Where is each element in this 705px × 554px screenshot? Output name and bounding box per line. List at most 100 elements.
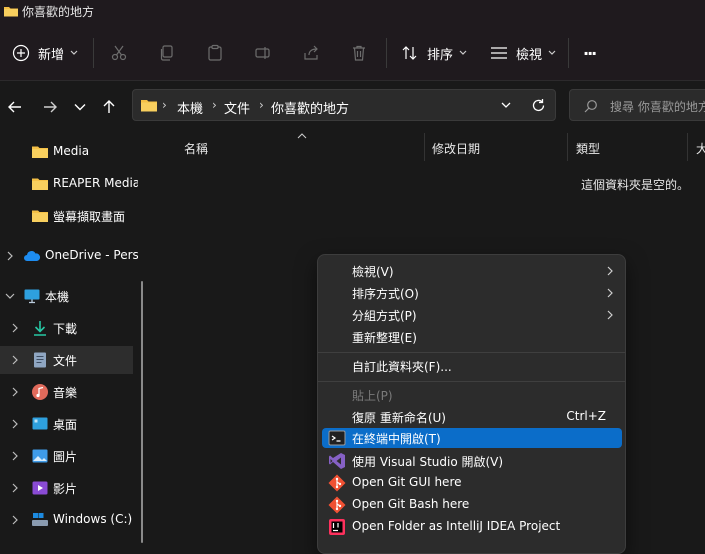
context-menu: 檢視(V) 排序方式(O) 分組方式(P) 重新整理(E) 自訂此資料夾(F).… bbox=[317, 254, 626, 554]
sidebar-item-desktop[interactable]: 桌面 bbox=[0, 410, 133, 438]
chevron-right-icon[interactable] bbox=[5, 249, 15, 263]
menu-item-label: Open Git Bash here bbox=[352, 497, 470, 511]
copy-icon bbox=[160, 45, 173, 61]
menu-item-undo-rename[interactable]: 復原 重新命名(U) Ctrl+Z bbox=[322, 406, 622, 428]
drive-icon bbox=[32, 513, 48, 526]
cut-button[interactable] bbox=[109, 43, 129, 63]
menu-item-open-in-terminal[interactable]: 在終端中開啟(T) bbox=[322, 428, 622, 448]
sidebar-item-videos[interactable]: 影片 bbox=[0, 474, 133, 502]
share-icon bbox=[304, 45, 318, 60]
intellij-icon bbox=[329, 519, 345, 535]
chevron-right-icon[interactable] bbox=[10, 417, 20, 431]
column-divider[interactable] bbox=[424, 133, 425, 161]
sidebar-item-onedrive[interactable]: OneDrive - Personal bbox=[0, 242, 138, 270]
sidebar-item-media[interactable]: Media bbox=[0, 138, 133, 166]
menu-item-sort-by[interactable]: 排序方式(O) bbox=[322, 282, 622, 304]
sidebar-item-label: 音樂 bbox=[53, 386, 78, 400]
chevron-down-icon bbox=[548, 50, 556, 55]
download-icon bbox=[34, 321, 46, 336]
paste-button[interactable] bbox=[205, 43, 225, 63]
menu-item-refresh[interactable]: 重新整理(E) bbox=[322, 326, 622, 348]
column-header-name[interactable]: 名稱 bbox=[184, 140, 208, 157]
more-options-icon: ··· bbox=[583, 43, 597, 63]
scissors-icon bbox=[111, 45, 127, 61]
column-divider[interactable] bbox=[687, 133, 688, 161]
folder-icon bbox=[32, 210, 48, 222]
sidebar-item-label: Media bbox=[53, 144, 90, 158]
trash-icon bbox=[353, 45, 365, 61]
new-button[interactable]: 新增 bbox=[12, 26, 78, 80]
title-bar: 你喜歡的地方 bbox=[0, 0, 705, 26]
copy-button[interactable] bbox=[157, 43, 177, 63]
rename-button[interactable] bbox=[253, 43, 273, 63]
toolbar-divider bbox=[386, 38, 387, 68]
chevron-right-icon[interactable] bbox=[10, 321, 20, 335]
view-button[interactable]: 檢視 bbox=[490, 26, 556, 80]
column-header-size[interactable]: 大 bbox=[696, 140, 705, 157]
chevron-down-icon bbox=[74, 104, 86, 111]
breadcrumb-separator: › bbox=[259, 98, 264, 112]
menu-item-customize-folder[interactable]: 自訂此資料夾(F)... bbox=[322, 355, 622, 377]
refresh-icon[interactable] bbox=[531, 98, 546, 113]
onedrive-icon bbox=[24, 251, 41, 261]
sidebar-item-documents[interactable]: 文件 bbox=[0, 346, 133, 374]
chevron-right-icon[interactable] bbox=[10, 385, 20, 399]
sidebar-item-windows-drive[interactable]: Windows (C:) bbox=[0, 506, 133, 534]
folder-icon bbox=[32, 146, 48, 158]
menu-item-open-visual-studio[interactable]: 使用 Visual Studio 開啟(V) bbox=[322, 450, 622, 472]
breadcrumb-item-documents[interactable]: 文件 bbox=[224, 98, 250, 117]
sidebar-item-label: 文件 bbox=[53, 354, 78, 368]
navigation-bar: › 本機 › 文件 › 你喜歡的地方 搜尋 你喜歡的地方 bbox=[0, 81, 705, 131]
sidebar-item-music[interactable]: 音樂 bbox=[0, 378, 133, 406]
sidebar-item-screenshots[interactable]: 螢幕擷取畫面 bbox=[0, 202, 133, 230]
breadcrumb-item-this-pc[interactable]: 本機 bbox=[177, 98, 203, 117]
column-header-type[interactable]: 類型 bbox=[576, 140, 600, 157]
menu-item-view[interactable]: 檢視(V) bbox=[322, 260, 622, 282]
search-input[interactable]: 搜尋 你喜歡的地方 bbox=[610, 98, 705, 115]
chevron-right-icon[interactable] bbox=[10, 481, 20, 495]
chevron-right-icon[interactable] bbox=[10, 513, 20, 527]
menu-item-open-git-gui[interactable]: Open Git GUI here bbox=[322, 472, 622, 494]
breadcrumb-separator: › bbox=[162, 98, 167, 112]
more-options-button[interactable]: ··· bbox=[583, 26, 597, 80]
recent-locations-button[interactable] bbox=[70, 97, 90, 117]
menu-divider bbox=[318, 352, 625, 353]
share-button[interactable] bbox=[301, 43, 321, 63]
view-list-icon bbox=[491, 47, 507, 59]
window-title: 你喜歡的地方 bbox=[22, 5, 95, 19]
command-bar: 新增 排序 檢視 ··· bbox=[0, 26, 705, 81]
sidebar-item-label: 影片 bbox=[53, 482, 78, 496]
back-button[interactable] bbox=[5, 97, 25, 117]
column-divider[interactable] bbox=[567, 133, 568, 161]
menu-item-label: 使用 Visual Studio 開啟(V) bbox=[352, 455, 504, 469]
folder-icon bbox=[32, 178, 48, 190]
breadcrumb-item-current[interactable]: 你喜歡的地方 bbox=[271, 98, 349, 117]
sidebar-item-this-pc[interactable]: 本機 bbox=[0, 282, 133, 310]
folder-icon bbox=[4, 7, 18, 17]
sidebar-item-pictures[interactable]: 圖片 bbox=[0, 442, 133, 470]
column-header-modified[interactable]: 修改日期 bbox=[432, 140, 480, 157]
sidebar-item-reaper-media[interactable]: REAPER Media bbox=[0, 170, 138, 198]
chevron-right-icon[interactable] bbox=[10, 353, 20, 367]
up-button[interactable] bbox=[99, 97, 119, 117]
chevron-down-icon[interactable] bbox=[5, 289, 15, 303]
pictures-icon bbox=[32, 449, 48, 463]
menu-item-label: 貼上(P) bbox=[352, 389, 393, 403]
menu-item-group-by[interactable]: 分組方式(P) bbox=[322, 304, 622, 326]
menu-item-open-intellij[interactable]: Open Folder as IntelliJ IDEA Project bbox=[322, 516, 622, 538]
search-box[interactable]: 搜尋 你喜歡的地方 bbox=[569, 89, 705, 121]
chevron-down-icon bbox=[70, 50, 78, 55]
sort-ascending-icon bbox=[297, 133, 307, 139]
menu-item-open-git-bash[interactable]: Open Git Bash here bbox=[322, 494, 622, 516]
chevron-right-icon[interactable] bbox=[10, 449, 20, 463]
plus-circle-icon bbox=[12, 44, 30, 62]
new-button-label: 新增 bbox=[38, 47, 65, 63]
sidebar-scrollbar[interactable] bbox=[141, 281, 143, 543]
toolbar-divider bbox=[568, 38, 569, 68]
forward-button[interactable] bbox=[40, 97, 60, 117]
sort-button[interactable]: 排序 bbox=[402, 26, 467, 80]
chevron-down-icon[interactable] bbox=[501, 102, 511, 109]
delete-button[interactable] bbox=[349, 43, 369, 63]
address-bar[interactable]: › 本機 › 文件 › 你喜歡的地方 bbox=[132, 89, 556, 121]
sidebar-item-downloads[interactable]: 下載 bbox=[0, 314, 133, 342]
